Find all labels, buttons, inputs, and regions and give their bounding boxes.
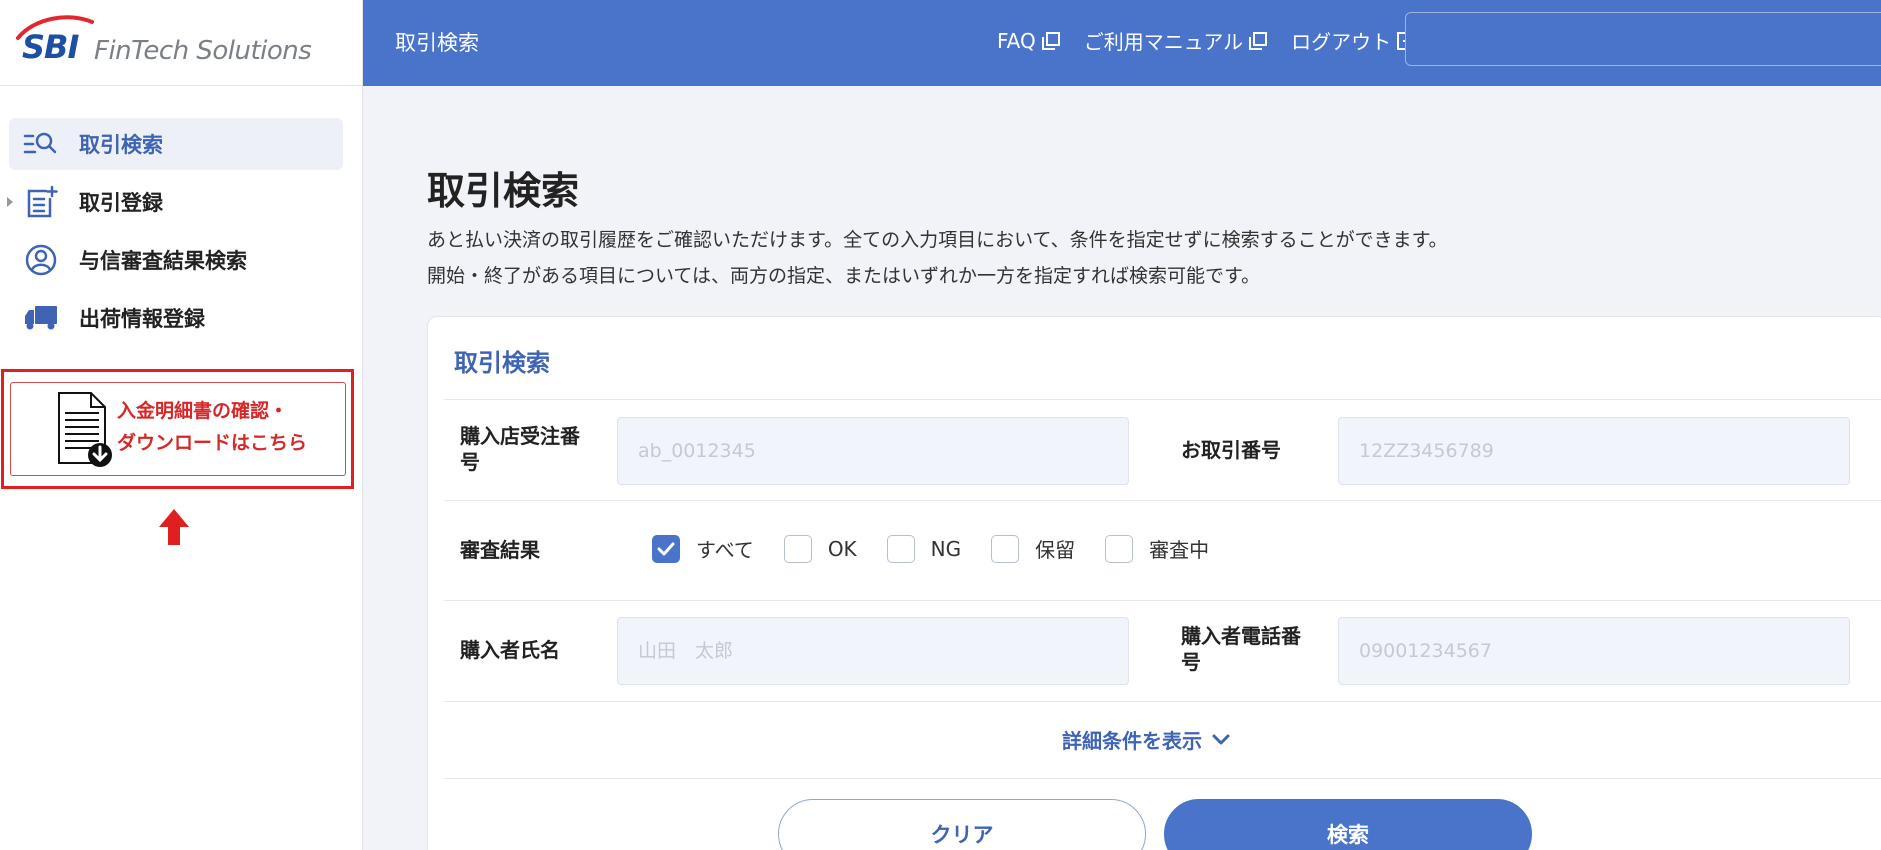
transaction-number-input[interactable] xyxy=(1338,417,1850,485)
header-title: 取引検索 xyxy=(395,31,479,55)
clear-button[interactable]: クリア xyxy=(778,799,1146,850)
header-links: FAQ ご利用マニュアル ログアウト xyxy=(997,26,1439,55)
chevron-down-icon xyxy=(1212,734,1230,744)
option-label: OK xyxy=(827,536,857,561)
review-result-options: すべて OK NG 保留 審査中 xyxy=(652,534,1239,563)
user-search-icon xyxy=(23,242,59,278)
page-title: 取引検索 xyxy=(427,169,580,213)
checkbox[interactable] xyxy=(1105,534,1134,563)
promo-highlight-frame: 入金明細書の確認・ ダウンロードはこちら xyxy=(1,369,354,489)
checkbox[interactable] xyxy=(886,534,915,563)
manual-link[interactable]: ご利用マニュアル xyxy=(1083,26,1268,55)
buyer-phone-label-line-1: 購入者電話番 xyxy=(1181,624,1301,648)
description-line-2: 開始・終了がある項目については、両方の指定、またはいずれか一方を指定すれば検索可… xyxy=(427,265,1261,287)
faq-label: FAQ xyxy=(997,28,1036,53)
external-link-icon xyxy=(1041,31,1060,50)
search-list-icon xyxy=(23,126,59,162)
review-option-pending[interactable]: 保留 xyxy=(991,534,1075,563)
sidebar-item-shipping-register[interactable]: 出荷情報登録 xyxy=(9,292,343,344)
row-divider xyxy=(444,399,1881,400)
review-option-ng[interactable]: NG xyxy=(886,534,962,563)
expand-arrow-icon[interactable] xyxy=(7,197,13,207)
buyer-phone-label: 購入者電話番 号 xyxy=(1181,623,1301,675)
transaction-number-label: お取引番号 xyxy=(1181,438,1281,462)
logo[interactable]: SBI FinTech Solutions xyxy=(0,0,362,86)
option-label: 審査中 xyxy=(1149,538,1210,562)
checkbox[interactable] xyxy=(783,534,812,563)
row-divider xyxy=(444,778,1881,779)
checkbox-checked[interactable] xyxy=(652,534,680,563)
logout-link[interactable]: ログアウト xyxy=(1291,26,1416,55)
description-line-1: あと払い決済の取引履歴をご確認いただけます。全ての入力項目において、条件を指定せ… xyxy=(427,229,1448,251)
page-description: あと払い決済の取引履歴をご確認いただけます。全ての入力項目において、条件を指定せ… xyxy=(427,222,1448,294)
option-label: 保留 xyxy=(1035,538,1076,562)
order-number-label: 購入店受注番 号 xyxy=(460,423,580,475)
sidebar-item-label: 取引登録 xyxy=(79,191,163,215)
card-title: 取引検索 xyxy=(454,349,550,377)
faq-link[interactable]: FAQ xyxy=(997,29,1060,53)
header-user-box[interactable] xyxy=(1405,12,1881,66)
row-divider xyxy=(444,701,1881,702)
sidebar-item-label: 取引検索 xyxy=(79,133,163,157)
sidebar-item-transaction-register[interactable]: 取引登録 xyxy=(7,176,343,228)
sidebar: SBI FinTech Solutions 取引検索 取引登録 与信審査結果検索… xyxy=(0,0,363,850)
sidebar-item-label: 出荷情報登録 xyxy=(79,307,205,331)
buyer-phone-label-line-2: 号 xyxy=(1181,650,1201,674)
buyer-phone-input[interactable] xyxy=(1338,617,1850,685)
add-document-icon xyxy=(23,184,59,220)
option-label: すべて xyxy=(696,538,754,562)
checkmark-icon xyxy=(657,542,675,555)
payment-statement-link[interactable]: 入金明細書の確認・ ダウンロードはこちら xyxy=(10,382,346,476)
logo-brand: SBI xyxy=(22,28,79,66)
logo-subtitle: FinTech Solutions xyxy=(94,36,312,66)
sidebar-item-transaction-search[interactable]: 取引検索 xyxy=(9,118,343,170)
promo-line-1: 入金明細書の確認・ xyxy=(117,400,289,422)
checkbox[interactable] xyxy=(991,534,1020,563)
review-result-label: 審査結果 xyxy=(460,538,540,562)
search-form-card: 取引検索 購入店受注番 号 お取引番号 審査結果 すべて OK NG 保留 xyxy=(427,316,1881,850)
truck-icon xyxy=(23,300,59,336)
manual-label: ご利用マニュアル xyxy=(1083,30,1244,54)
row-divider xyxy=(444,600,1881,601)
review-option-ok[interactable]: OK xyxy=(783,534,857,563)
sidebar-nav: 取引検索 取引登録 与信審査結果検索 出荷情報登録 xyxy=(0,118,363,350)
logout-label: ログアウト xyxy=(1291,30,1392,54)
search-button[interactable]: 検索 xyxy=(1164,799,1532,850)
sidebar-item-label: 与信審査結果検索 xyxy=(79,249,247,273)
show-more-conditions-link[interactable]: 詳細条件を表示 xyxy=(1062,725,1230,754)
order-number-label-line-2: 号 xyxy=(460,450,480,474)
order-number-input[interactable] xyxy=(617,417,1129,485)
top-header: 取引検索 FAQ ご利用マニュアル ログアウト xyxy=(363,0,1881,86)
option-label: NG xyxy=(930,536,962,561)
sidebar-item-credit-review-search[interactable]: 与信審査結果検索 xyxy=(9,234,343,286)
order-number-label-line-1: 購入店受注番 xyxy=(460,424,580,448)
review-option-all[interactable]: すべて xyxy=(652,534,754,563)
promo-text: 入金明細書の確認・ ダウンロードはこちら xyxy=(117,395,307,459)
document-download-icon xyxy=(58,392,112,467)
external-link-icon xyxy=(1249,31,1268,50)
buyer-name-input[interactable] xyxy=(617,617,1129,685)
row-divider xyxy=(444,500,1881,501)
review-option-reviewing[interactable]: 審査中 xyxy=(1105,534,1209,563)
promo-line-2: ダウンロードはこちら xyxy=(117,432,308,454)
more-conditions-label: 詳細条件を表示 xyxy=(1062,729,1202,753)
red-up-arrow-icon xyxy=(159,509,189,545)
buyer-name-label: 購入者氏名 xyxy=(460,638,560,662)
